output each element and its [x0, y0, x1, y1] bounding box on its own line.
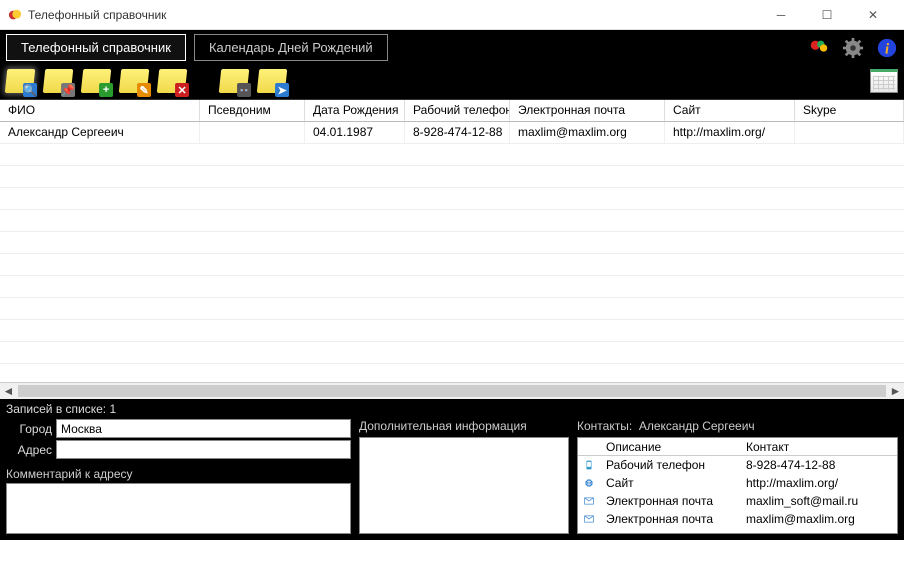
mail-icon	[584, 494, 594, 508]
details-panel: Записей в списке: 1 Город Адрес Коммента…	[0, 399, 904, 540]
table-row[interactable]: Александр Сергееич 04.01.1987 8-928-474-…	[0, 122, 904, 144]
horizontal-scrollbar[interactable]: ◄ ►	[0, 382, 904, 399]
note-export-button[interactable]: ➤	[258, 69, 286, 93]
app-icon	[8, 8, 22, 22]
phone-icon	[584, 458, 594, 472]
mail-icon	[584, 512, 594, 526]
scroll-left-icon[interactable]: ◄	[0, 383, 17, 400]
col-fio[interactable]: ФИО	[0, 100, 200, 121]
col-dob[interactable]: Дата Рождения	[305, 100, 405, 121]
contacts-table: ФИО Псевдоним Дата Рождения Рабочий теле…	[0, 99, 904, 399]
contact-detail-table: Описание Контакт Рабочий телефон 8-928-4…	[577, 437, 898, 534]
gear-icon[interactable]	[842, 37, 864, 59]
record-count: Записей в списке: 1	[0, 399, 904, 419]
svg-text:i: i	[885, 41, 889, 57]
scroll-thumb[interactable]	[18, 385, 886, 397]
note-add-button[interactable]: +	[82, 69, 110, 93]
tab-directory[interactable]: Телефонный справочник	[6, 34, 186, 61]
comment-box[interactable]	[6, 483, 351, 534]
col-skype[interactable]: Skype	[795, 100, 904, 121]
address-label: Адрес	[6, 443, 52, 457]
col-workphone[interactable]: Рабочий телефон	[405, 100, 510, 121]
address-input[interactable]	[56, 440, 351, 459]
col-pseudonym[interactable]: Псевдоним	[200, 100, 305, 121]
detail-col-contact[interactable]: Контакт	[740, 439, 897, 455]
tab-calendar[interactable]: Календарь Дней Рождений	[194, 34, 388, 61]
scroll-right-icon[interactable]: ►	[887, 383, 904, 400]
balloons-icon[interactable]	[808, 37, 830, 59]
globe-icon	[584, 476, 594, 490]
maximize-button[interactable]: ☐	[804, 0, 850, 30]
minimize-button[interactable]: ─	[758, 0, 804, 30]
extra-info-box[interactable]	[359, 437, 569, 534]
comment-label: Комментарий к адресу	[6, 467, 351, 481]
calendar-icon[interactable]	[870, 69, 898, 93]
window-title: Телефонный справочник	[28, 8, 758, 22]
titlebar: Телефонный справочник ─ ☐ ✕	[0, 0, 904, 30]
detail-col-desc[interactable]: Описание	[600, 439, 740, 455]
tab-strip: Телефонный справочник Календарь Дней Рож…	[0, 30, 904, 65]
city-input[interactable]	[56, 419, 351, 438]
detail-row[interactable]: Электронная почта maxlim@maxlim.org	[578, 510, 897, 528]
table-header-row: ФИО Псевдоним Дата Рождения Рабочий теле…	[0, 100, 904, 122]
contacts-title: Контакты: Александр Сергееич	[577, 419, 898, 433]
col-email[interactable]: Электронная почта	[510, 100, 665, 121]
city-label: Город	[6, 422, 52, 436]
detail-row[interactable]: Электронная почта maxlim_soft@mail.ru	[578, 492, 897, 510]
extra-info-title: Дополнительная информация	[359, 419, 569, 433]
note-delete-button[interactable]: ✕	[158, 69, 186, 93]
detail-row[interactable]: Сайт http://maxlim.org/	[578, 474, 897, 492]
info-icon[interactable]: i	[876, 37, 898, 59]
note-pin-button[interactable]: 📌	[44, 69, 72, 93]
detail-row[interactable]: Рабочий телефон 8-928-474-12-88	[578, 456, 897, 474]
close-button[interactable]: ✕	[850, 0, 896, 30]
note-find-button[interactable]: 👓	[220, 69, 248, 93]
note-edit-button[interactable]: ✎	[120, 69, 148, 93]
toolbar: 🔍 📌 + ✎ ✕ 👓 ➤	[0, 65, 904, 99]
note-search-button[interactable]: 🔍	[6, 69, 34, 93]
col-site[interactable]: Сайт	[665, 100, 795, 121]
